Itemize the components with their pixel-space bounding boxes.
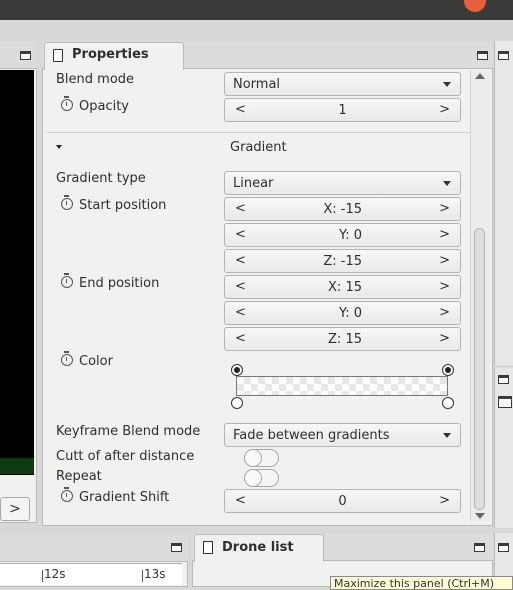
cut-off-distance-toggle[interactable] xyxy=(244,449,279,467)
opacity-value[interactable]: 1 xyxy=(225,103,460,118)
keyframe-blend-mode-value: Fade between gradients xyxy=(233,428,390,443)
right-middle-maximize-icon[interactable] xyxy=(498,375,509,384)
repeat-label: Repeat xyxy=(56,469,102,484)
chevron-down-icon xyxy=(443,433,451,438)
opacity-increment[interactable]: > xyxy=(439,102,450,117)
right-panel-middle xyxy=(494,368,513,528)
end-position-label: End position xyxy=(79,276,160,291)
toggle-knob xyxy=(244,469,262,487)
stopwatch-icon[interactable] xyxy=(61,487,73,502)
tab-properties-label: Properties xyxy=(72,47,149,62)
chevron-down-icon xyxy=(443,181,451,186)
viewport-next-label: > xyxy=(9,501,21,517)
start-y-value[interactable]: Y: 0 xyxy=(225,228,362,243)
end-x-increment[interactable]: > xyxy=(439,279,450,294)
end-y-spinner[interactable]: < Y: 0 > xyxy=(224,301,461,325)
gradient-shift-increment[interactable]: > xyxy=(439,493,450,508)
end-y-increment[interactable]: > xyxy=(439,305,450,320)
start-position-label: Start position xyxy=(79,198,167,213)
start-x-value[interactable]: X: -15 xyxy=(225,202,362,217)
end-z-increment[interactable]: > xyxy=(439,331,450,346)
stopwatch-icon[interactable] xyxy=(61,195,73,210)
stopwatch-icon[interactable] xyxy=(61,273,73,288)
start-y-spinner[interactable]: < Y: 0 > xyxy=(224,223,461,247)
start-y-increment[interactable]: > xyxy=(439,227,450,242)
opacity-spinner[interactable]: < 1 > xyxy=(224,98,461,122)
end-z-value[interactable]: Z: 15 xyxy=(225,332,362,347)
timeline-tick xyxy=(142,570,143,582)
viewport-tab-strip xyxy=(0,42,37,69)
stopwatch-icon[interactable] xyxy=(61,96,73,111)
cut-off-distance-label: Cutt of after distance xyxy=(56,449,195,464)
gradient-section-title: Gradient xyxy=(230,140,287,155)
gradient-stop-handle-top-left[interactable] xyxy=(231,364,243,376)
maximize-tooltip: Maximize this panel (Ctrl+M) xyxy=(330,576,513,590)
end-x-spinner[interactable]: < X: 15 > xyxy=(224,275,461,299)
blend-mode-value: Normal xyxy=(233,77,281,92)
end-y-value[interactable]: Y: 0 xyxy=(225,306,362,321)
opacity-label: Opacity xyxy=(79,99,130,114)
opacity-label-row: Opacity xyxy=(61,96,130,114)
scroll-down-icon[interactable] xyxy=(475,513,485,519)
timeline-tick-label: 13s xyxy=(144,567,166,581)
gradient-stop-handle-bottom-right[interactable] xyxy=(442,397,454,409)
document-icon xyxy=(53,49,63,62)
keyframe-blend-mode-label: Keyframe Blend mode xyxy=(56,424,201,439)
tab-drone-list-label: Drone list xyxy=(222,540,294,555)
end-z-spinner[interactable]: < Z: 15 > xyxy=(224,327,461,351)
gradient-shift-label: Gradient Shift xyxy=(79,490,170,505)
gradient-type-value: Linear xyxy=(233,176,274,191)
properties-maximize-icon[interactable] xyxy=(477,51,488,60)
toggle-knob xyxy=(244,449,262,467)
start-x-spinner[interactable]: < X: -15 > xyxy=(224,197,461,221)
viewport-floor xyxy=(0,458,34,474)
right-top-maximize-icon[interactable] xyxy=(498,51,509,60)
gradient-shift-value[interactable]: 0 xyxy=(225,494,460,509)
timeline-tab-strip xyxy=(0,535,188,562)
viewport-canvas[interactable] xyxy=(0,70,34,475)
viewport-maximize-icon[interactable] xyxy=(20,51,31,60)
gradient-stop-handle-bottom-left[interactable] xyxy=(231,397,243,409)
timeline-maximize-icon[interactable] xyxy=(171,543,182,552)
blend-mode-select[interactable]: Normal xyxy=(224,72,461,96)
chevron-down-icon xyxy=(443,82,451,87)
collapse-triangle-icon[interactable] xyxy=(56,145,62,149)
drone-list-maximize-icon[interactable] xyxy=(474,543,485,552)
timeline-tick xyxy=(42,570,43,582)
color-label-row: Color xyxy=(61,351,113,369)
end-x-value[interactable]: X: 15 xyxy=(225,280,362,295)
right-middle-restore-icon[interactable] xyxy=(498,396,512,408)
gradient-type-select[interactable]: Linear xyxy=(224,171,461,195)
section-divider xyxy=(46,132,471,133)
keyframe-blend-mode-select[interactable]: Fade between gradients xyxy=(224,423,461,447)
gradient-stop-handle-top-right[interactable] xyxy=(442,364,454,376)
gradient-shift-label-row: Gradient Shift xyxy=(61,487,170,505)
scrollbar-thumb[interactable] xyxy=(474,228,485,510)
color-label: Color xyxy=(79,354,113,369)
right-bottom-maximize-icon[interactable] xyxy=(498,543,509,552)
blend-mode-label: Blend mode xyxy=(56,72,135,87)
start-position-label-row: Start position xyxy=(61,195,167,213)
start-z-spinner[interactable]: < Z: -15 > xyxy=(224,249,461,273)
viewport-next-button[interactable]: > xyxy=(0,497,30,521)
scroll-up-icon[interactable] xyxy=(475,73,485,79)
gradient-shift-spinner[interactable]: < 0 > xyxy=(224,489,461,513)
document-icon xyxy=(203,541,213,554)
end-position-label-row: End position xyxy=(61,273,160,291)
repeat-toggle[interactable] xyxy=(244,469,279,487)
app-top-bar xyxy=(0,0,513,20)
start-x-increment[interactable]: > xyxy=(439,201,450,216)
start-z-increment[interactable]: > xyxy=(439,253,450,268)
start-z-value[interactable]: Z: -15 xyxy=(225,254,362,269)
right-panel-top xyxy=(494,41,513,365)
timeline-tick-label: 12s xyxy=(44,567,66,581)
gradient-type-label: Gradient type xyxy=(56,171,146,186)
stopwatch-icon[interactable] xyxy=(61,351,73,366)
gradient-color-bar[interactable] xyxy=(236,376,448,396)
